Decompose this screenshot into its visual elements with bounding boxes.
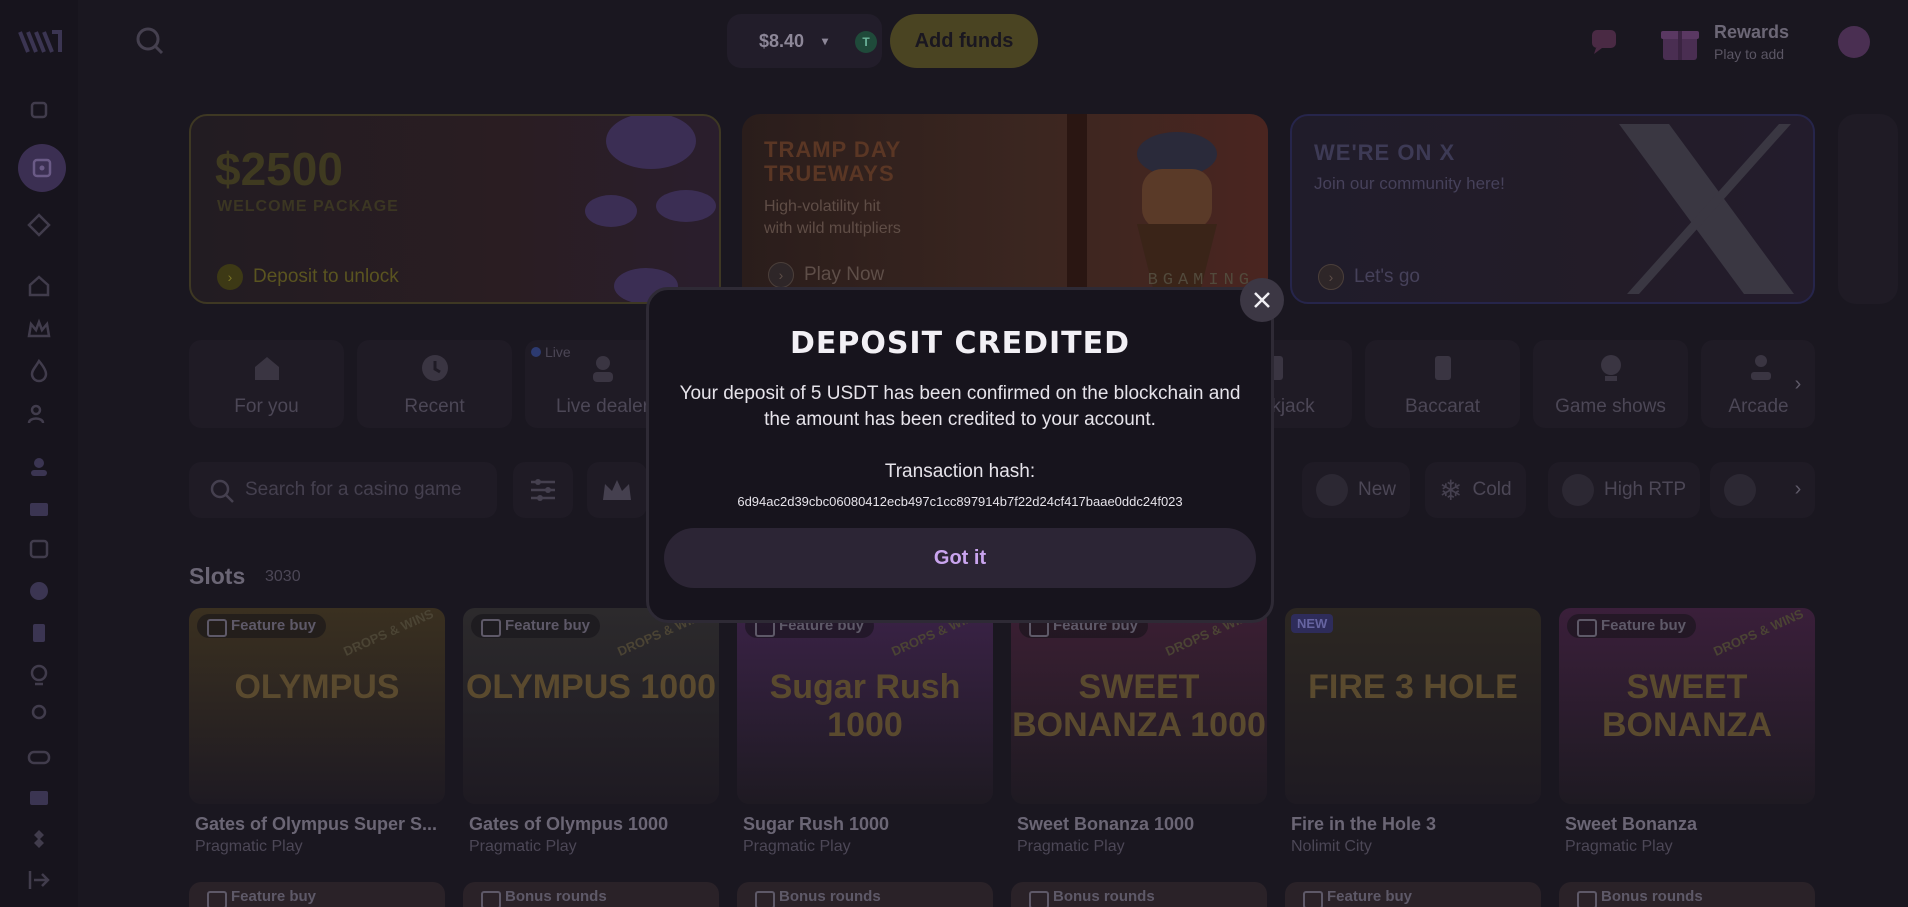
transaction-hash: 6d94ac2d39cbc06080412ecb497c1cc897914b7f… xyxy=(737,494,1183,509)
dialog-message: Your deposit of 5 USDT has been confirme… xyxy=(679,383,1241,430)
deposit-credited-dialog: DEPOSIT CREDITED Your deposit of 5 USDT … xyxy=(646,287,1274,623)
close-button[interactable] xyxy=(1240,278,1284,322)
got-it-button[interactable]: Got it xyxy=(664,528,1256,588)
hash-label: Transaction hash: xyxy=(884,461,1036,482)
dialog-title: DEPOSIT CREDITED xyxy=(789,326,1131,361)
close-icon xyxy=(1254,292,1270,308)
